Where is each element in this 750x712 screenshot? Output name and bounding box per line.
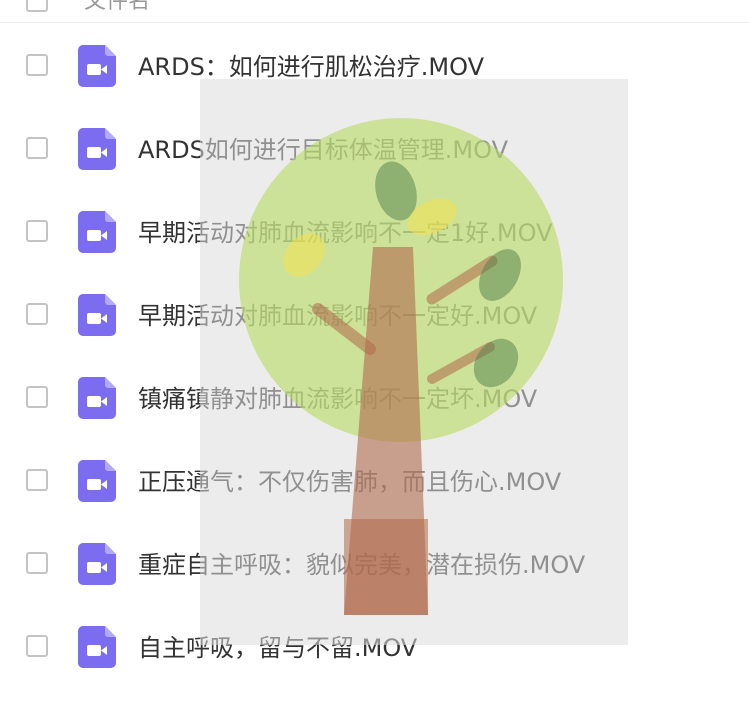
row-checkbox[interactable]	[26, 552, 48, 574]
video-file-icon	[78, 45, 116, 87]
file-name[interactable]: ARDS如何进行目标体温管理.MOV	[138, 136, 508, 164]
video-file-icon	[78, 294, 116, 336]
list-item[interactable]: 正压通气：不仅伤害肺，而且伤心.MOV	[0, 440, 750, 523]
file-name[interactable]: 早期活动对肺血流影响不一定好.MOV	[138, 302, 537, 330]
video-file-icon	[78, 128, 116, 170]
list-header: 文件名	[0, 0, 750, 23]
row-checkbox[interactable]	[26, 469, 48, 491]
list-item[interactable]: 早期活动对肺血流影响不一定好.MOV	[0, 274, 750, 357]
file-name[interactable]: 重症自主呼吸：貌似完美，潜在损伤.MOV	[138, 551, 585, 579]
video-file-icon	[78, 377, 116, 419]
file-list: ARDS：如何进行肌松治疗.MOV ARDS如何进行目标体温管理.MOV 早期活…	[0, 25, 750, 689]
row-checkbox[interactable]	[26, 386, 48, 408]
list-item[interactable]: 重症自主呼吸：貌似完美，潜在损伤.MOV	[0, 523, 750, 606]
row-checkbox[interactable]	[26, 137, 48, 159]
list-item[interactable]: ARDS：如何进行肌松治疗.MOV	[0, 25, 750, 108]
row-checkbox[interactable]	[26, 54, 48, 76]
list-item[interactable]: 自主呼吸，留与不留.MOV	[0, 606, 750, 689]
file-name[interactable]: 正压通气：不仅伤害肺，而且伤心.MOV	[138, 468, 561, 496]
file-name[interactable]: 早期活动对肺血流影响不一定1好.MOV	[138, 219, 553, 247]
video-file-icon	[78, 543, 116, 585]
file-name[interactable]: 自主呼吸，留与不留.MOV	[138, 634, 417, 662]
file-list-page: 文件名 ARDS：如何进行肌松治疗.MOV ARDS如何进行目标体温管理.MOV	[0, 0, 750, 712]
file-name[interactable]: ARDS：如何进行肌松治疗.MOV	[138, 53, 484, 81]
video-file-icon	[78, 626, 116, 668]
row-checkbox[interactable]	[26, 220, 48, 242]
row-checkbox[interactable]	[26, 635, 48, 657]
video-file-icon	[78, 211, 116, 253]
list-item[interactable]: 早期活动对肺血流影响不一定1好.MOV	[0, 191, 750, 274]
file-name[interactable]: 镇痛镇静对肺血流影响不一定坏.MOV	[138, 385, 537, 413]
list-item[interactable]: 镇痛镇静对肺血流影响不一定坏.MOV	[0, 357, 750, 440]
column-header-filename[interactable]: 文件名	[84, 0, 150, 14]
video-file-icon	[78, 460, 116, 502]
select-all-checkbox[interactable]	[26, 0, 48, 12]
row-checkbox[interactable]	[26, 303, 48, 325]
list-item[interactable]: ARDS如何进行目标体温管理.MOV	[0, 108, 750, 191]
